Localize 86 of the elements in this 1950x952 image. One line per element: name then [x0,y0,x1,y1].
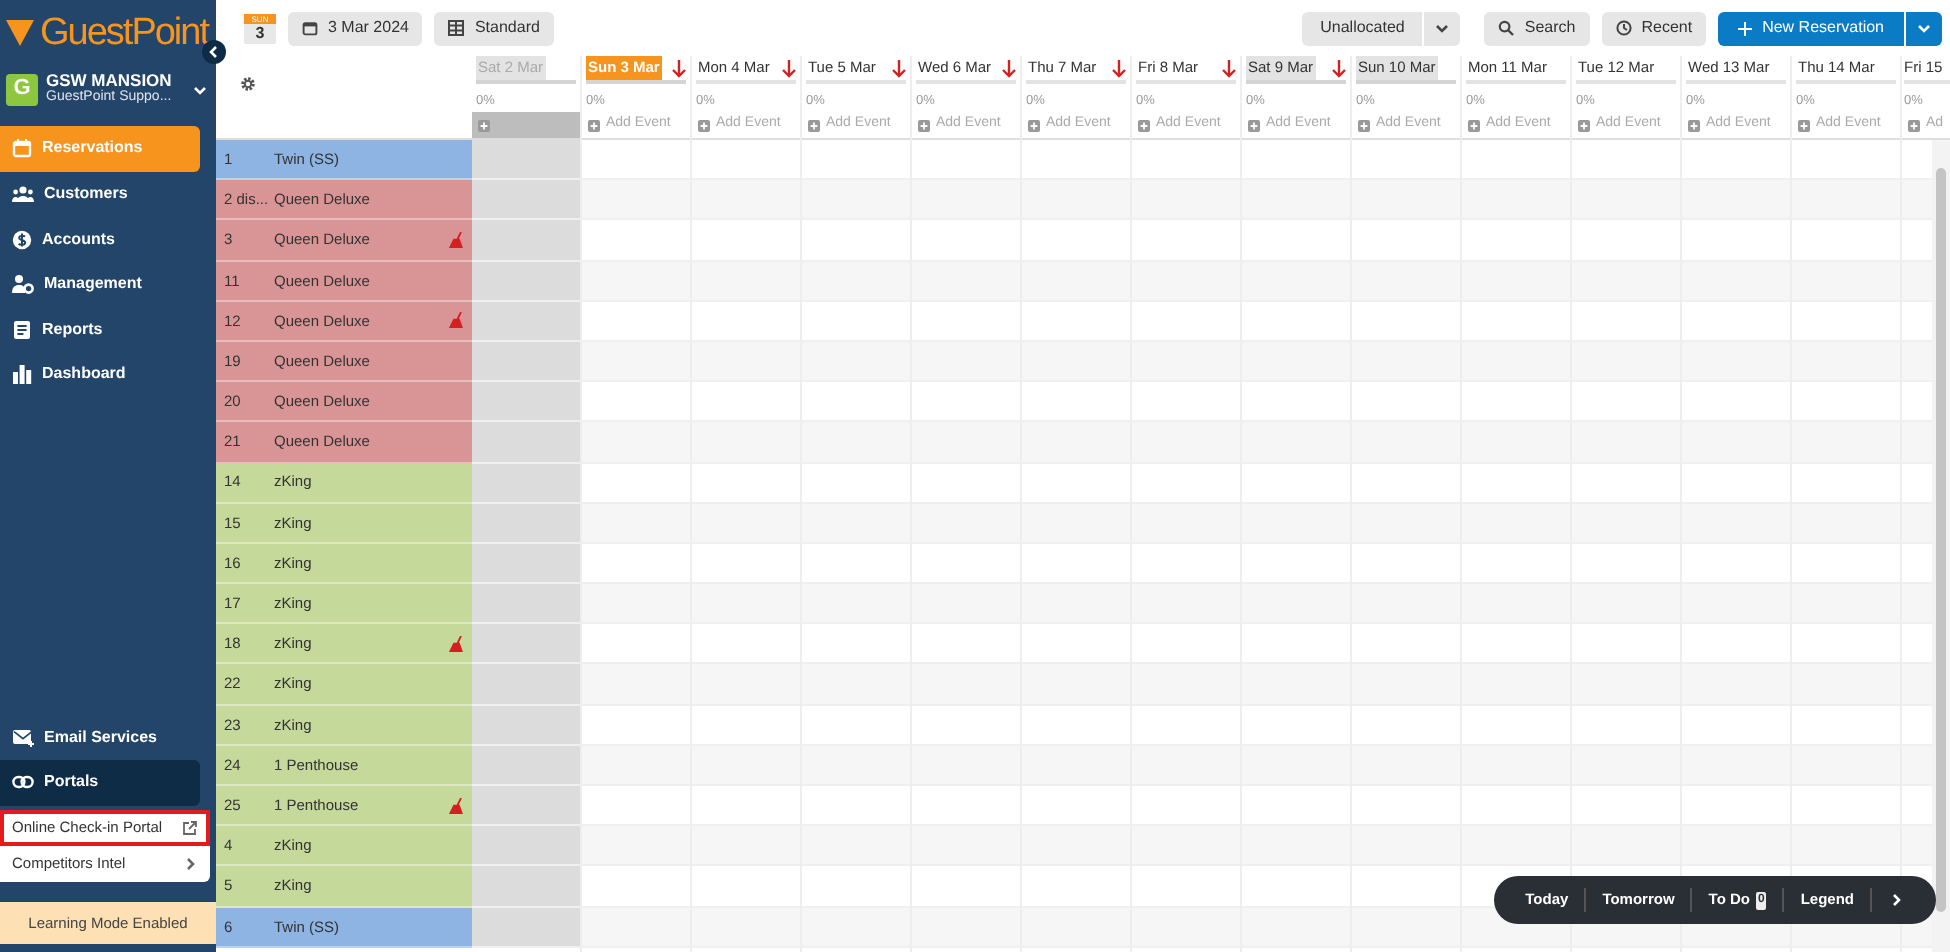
calendar-cell[interactable] [472,624,580,665]
calendar-cell[interactable] [472,463,580,504]
plus-square-icon [478,119,490,131]
link-icon [12,772,34,793]
plus-square-icon [1798,119,1810,131]
account-avatar: G [6,73,38,106]
dropdown-button[interactable] [1906,11,1942,45]
dropdown-button[interactable] [1424,11,1461,45]
logo-text: GuestPoint [40,13,208,51]
calendar-cell[interactable] [582,422,690,463]
plus-square-icon [918,119,930,131]
date-button[interactable]: 3 Mar 2024 [288,11,423,45]
calendar-cell[interactable] [472,503,580,544]
chevron-right-icon [1888,892,1904,908]
chevron-down-icon [1434,20,1451,36]
calendar-cell[interactable] [472,866,580,908]
calendar-cell[interactable] [472,261,580,302]
chevron-left-icon [206,44,222,60]
calendar-cell[interactable] [582,584,690,625]
plus-square-icon [1468,119,1480,131]
calendar-cell[interactable] [472,786,580,827]
report-icon [12,319,32,340]
calendar-cell[interactable] [472,422,580,463]
calendar-cell[interactable] [472,543,580,585]
person-gear-icon [12,274,34,295]
gear-icon [240,76,256,92]
add-event-button[interactable] [472,112,580,140]
plus-square-icon [1358,119,1370,131]
plus-square-icon [1908,119,1920,131]
plus-square-icon [1138,119,1150,131]
nav-item[interactable]: Email Services [0,715,200,761]
calendar-cell[interactable] [472,705,580,746]
calendar-icon [12,138,32,159]
chevron-right-icon [182,855,198,872]
calendar-cell[interactable] [582,745,690,786]
calendar-cell[interactable] [472,140,580,181]
nav-item[interactable]: Customers [0,171,200,217]
calendar-cell[interactable] [472,341,580,383]
clock-icon [1615,20,1632,36]
chevron-down-icon [1916,20,1932,36]
calendar-cell[interactable] [472,382,580,423]
nav-item[interactable]: Dashboard [0,352,200,398]
triangle-logo-icon [6,19,34,45]
calendar-cell[interactable] [472,584,580,625]
plus-square-icon [588,119,600,131]
calendar-cell[interactable] [472,745,580,786]
calendar-cell[interactable] [582,503,690,544]
bar-chart-icon [12,364,32,385]
calendar-icon [302,20,318,36]
search-icon [1498,20,1515,36]
dollar-icon [12,229,32,250]
plus-square-icon [1578,119,1590,131]
calendar-cell[interactable] [582,826,690,867]
nav-item[interactable]: Portals [0,760,200,806]
grid-icon [448,20,465,36]
nav-item[interactable]: Accounts [0,216,200,262]
calendar-cell[interactable] [472,664,580,706]
account-name: GSW MANSION [46,72,174,90]
plus-square-icon [1688,119,1700,131]
calendar-cell[interactable] [582,907,690,948]
plus-icon [1738,21,1753,35]
nav-item[interactable]: Management [0,261,200,307]
plus-square-icon [698,119,710,131]
calendar-cell[interactable] [582,261,690,302]
calendar-cell[interactable] [582,664,690,706]
nav-item[interactable]: Reports [0,306,200,352]
people-icon [12,183,34,204]
mail-icon [12,727,34,748]
scrollbar[interactable] [1932,140,1950,952]
external-link-icon [182,819,198,836]
unallocated-button[interactable]: Unallocated [1302,11,1423,45]
plus-square-icon [1028,119,1040,131]
plus-square-icon [808,119,820,131]
search-button[interactable]: Search [1484,11,1590,45]
plus-square-icon [1248,119,1260,131]
calendar-cell[interactable] [472,301,580,342]
calendar-cell[interactable] [472,826,580,867]
calendar-cell[interactable] [582,341,690,383]
chevron-down-icon [192,81,208,98]
new-reservation-button[interactable]: New Reservation [1718,11,1904,45]
view-button[interactable]: Standard [434,11,554,45]
calendar-cell[interactable] [582,180,690,221]
calendar-cell[interactable] [472,907,580,948]
calendar-cell[interactable] [472,180,580,221]
recent-button[interactable]: Recent [1601,11,1707,45]
calendar-cell[interactable] [472,220,580,262]
